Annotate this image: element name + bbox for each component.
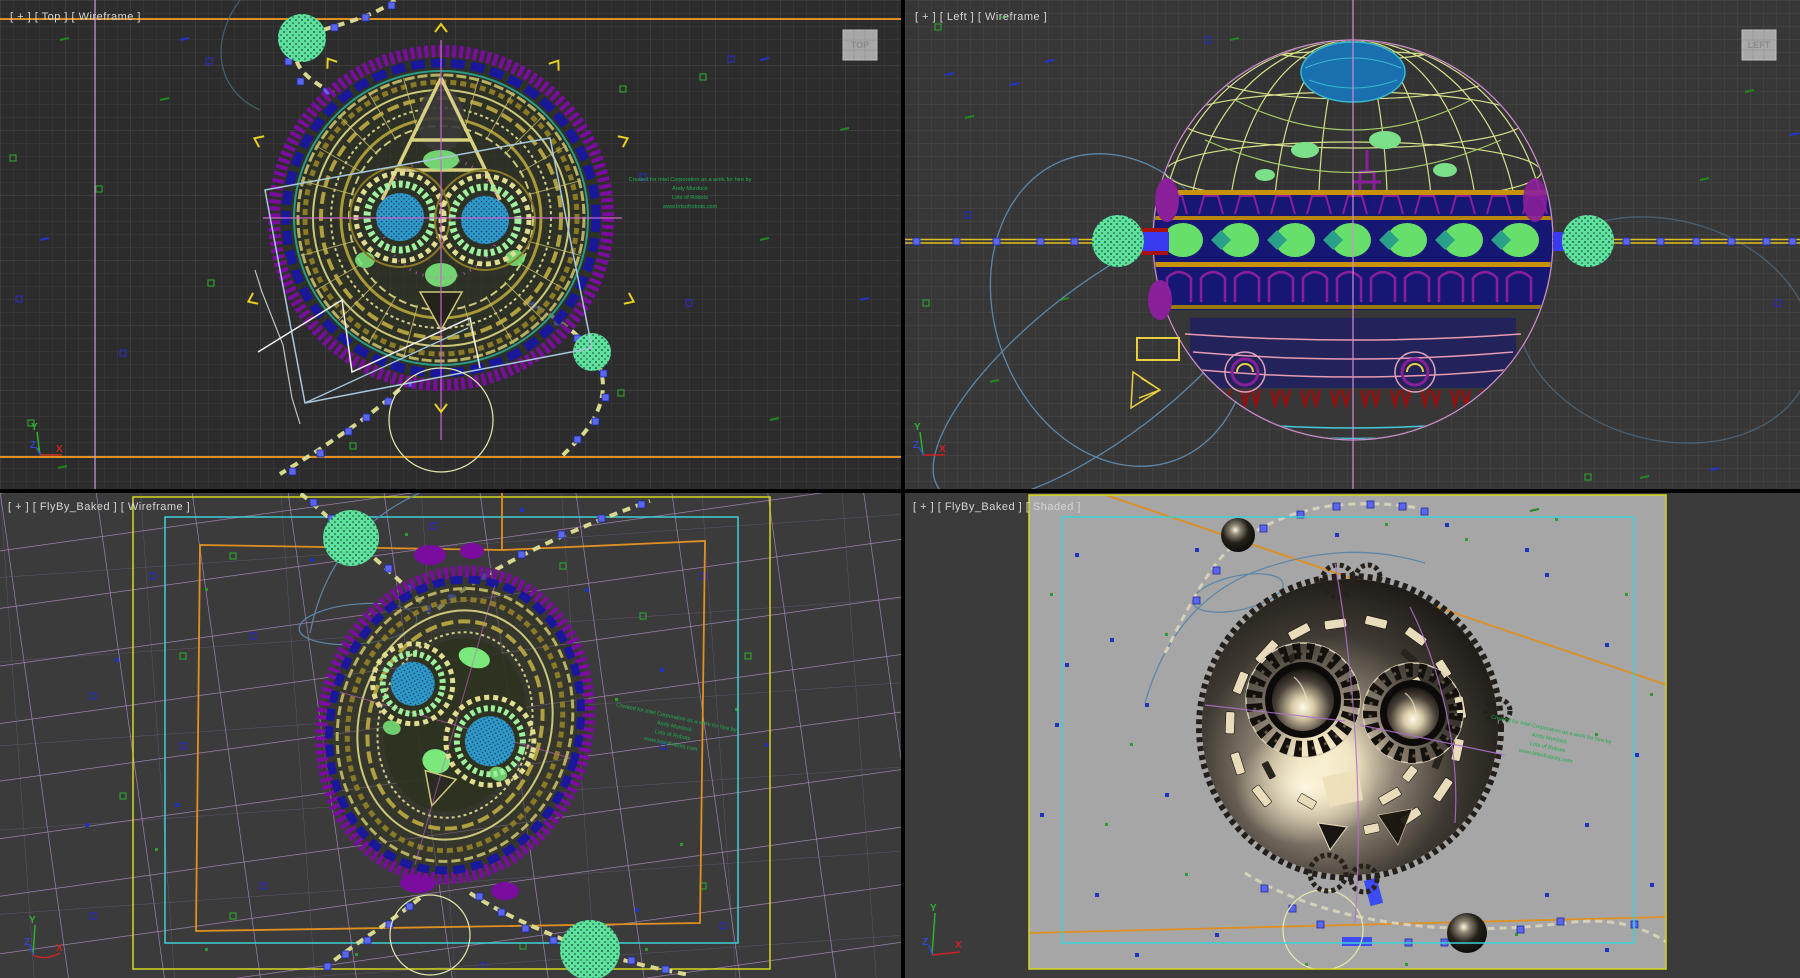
svg-text:Z: Z (24, 937, 30, 948)
viewport-label-flyby-shaded[interactable]: [ + ] [ FlyBy_Baked ] [ Shaded ] (913, 501, 1081, 513)
svg-text:www.lotsofrobots.com: www.lotsofrobots.com (662, 204, 718, 210)
viewport-top-canvas[interactable]: Created for Intel Corporation as a work … (0, 0, 901, 489)
svg-text:Andy Murdock: Andy Murdock (672, 186, 708, 192)
viewport-flyby-wireframe-canvas[interactable]: Created for Intel Corporation as a work … (0, 493, 901, 978)
viewcube[interactable]: LEFT (1742, 30, 1776, 60)
svg-text:Y: Y (29, 915, 36, 926)
svg-text:Created for Intel Corporation: Created for Intel Corporation as a work … (629, 177, 752, 183)
viewport-label-flyby-wireframe[interactable]: [ + ] [ FlyBy_Baked ] [ Wireframe ] (8, 501, 190, 513)
viewport-flyby-wireframe[interactable]: Created for Intel Corporation as a work … (0, 493, 901, 978)
viewport-flyby-shaded[interactable]: Created for Intel Corporation as a work … (905, 493, 1800, 978)
viewport-flyby-shaded-canvas[interactable]: Created for Intel Corporation as a work … (905, 493, 1800, 978)
svg-text:Lots of Robots: Lots of Robots (672, 195, 708, 201)
viewport-label-top[interactable]: [ + ] [ Top ] [ Wireframe ] (10, 11, 141, 23)
svg-text:X: X (56, 943, 63, 954)
svg-text:X: X (955, 940, 962, 951)
viewport-top[interactable]: Created for Intel Corporation as a work … (0, 0, 901, 489)
svg-text:Y: Y (914, 422, 921, 433)
svg-text:X: X (939, 444, 946, 455)
viewport-left-canvas[interactable]: Y X Z LEFT [ + ] [ Left ] [ Wireframe ] (905, 0, 1800, 489)
black-sphere (1447, 913, 1487, 953)
svg-text:Y: Y (31, 422, 38, 433)
svg-text:Z: Z (913, 440, 919, 451)
black-sphere (1221, 518, 1255, 552)
svg-text:X: X (56, 444, 63, 455)
viewport-label-left[interactable]: [ + ] [ Left ] [ Wireframe ] (915, 11, 1047, 23)
svg-text:Y: Y (930, 903, 937, 914)
svg-text:Z: Z (30, 440, 36, 451)
viewcube[interactable]: TOP (843, 30, 877, 60)
viewport-left[interactable]: Y X Z LEFT [ + ] [ Left ] [ Wireframe ] (905, 0, 1800, 489)
viewport-quad-layout: Created for Intel Corporation as a work … (0, 0, 1800, 978)
svg-text:Z: Z (922, 937, 928, 948)
svg-text:LEFT: LEFT (1748, 40, 1771, 50)
svg-text:TOP: TOP (851, 40, 869, 50)
